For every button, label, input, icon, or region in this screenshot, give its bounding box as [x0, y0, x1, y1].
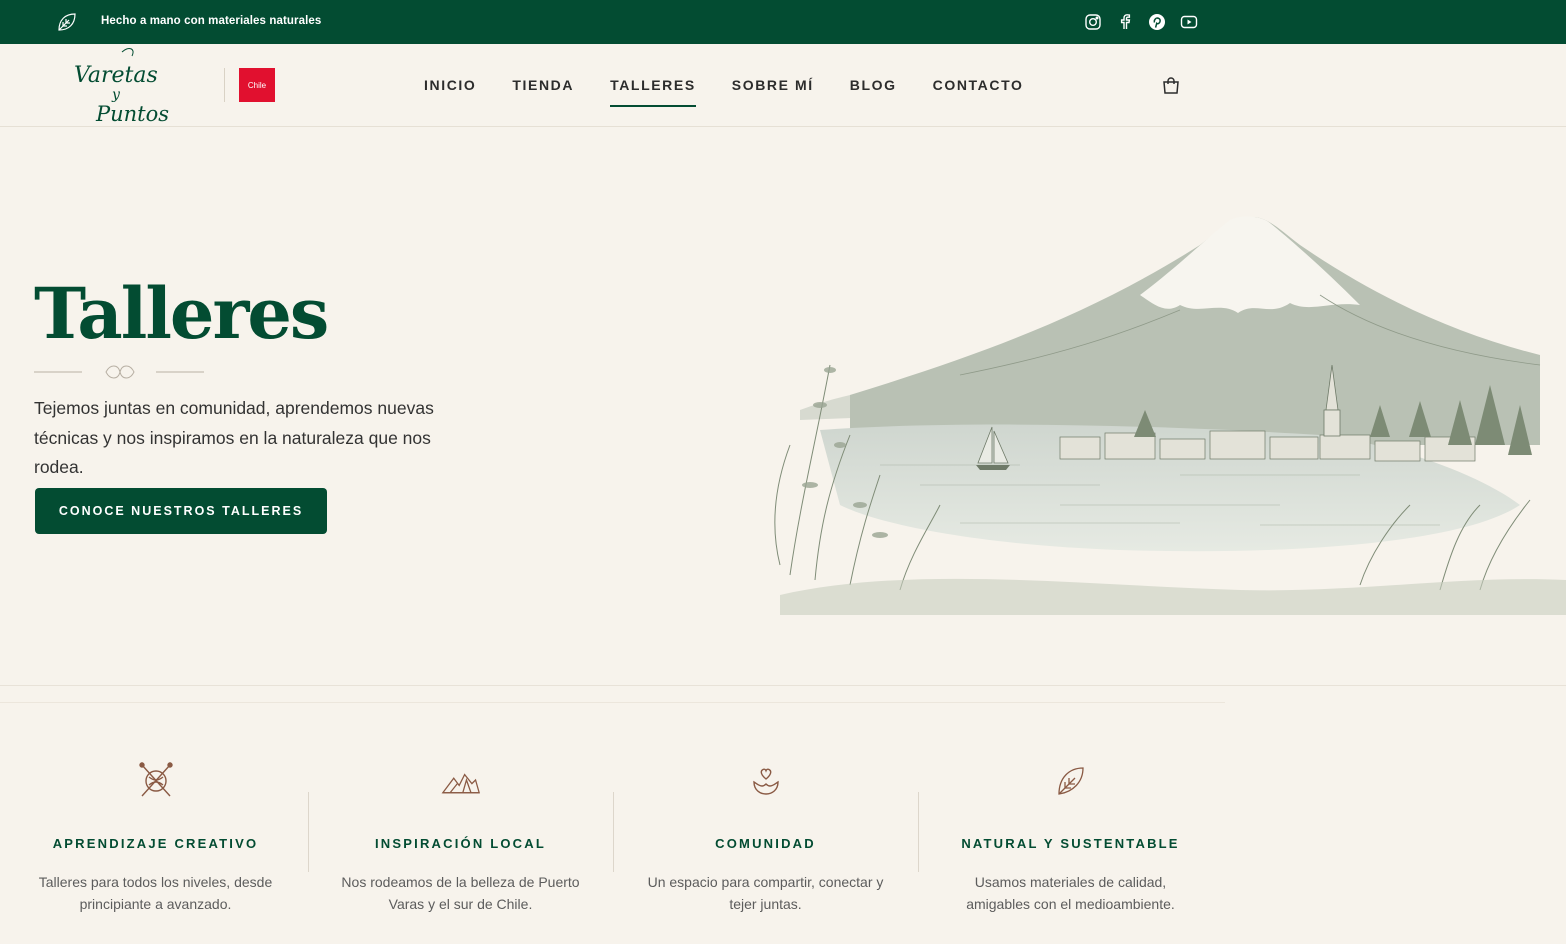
nav-sobre-mi[interactable]: SOBRE MÍ [732, 77, 814, 107]
leaf-icon [1057, 767, 1084, 795]
nav-talleres[interactable]: TALLERES [610, 77, 696, 107]
feature-local-inspiration: INSPIRACIÓN LOCAL Nos rodeamos de la bel… [308, 760, 613, 915]
chile-flag-badge: Chile [239, 68, 275, 102]
nav-contacto[interactable]: CONTACTO [933, 77, 1024, 107]
svg-text:y: y [111, 87, 121, 103]
nav-blog[interactable]: BLOG [850, 77, 897, 107]
header-divider [224, 68, 225, 102]
top-bar: Hecho a mano con materiales naturales [0, 0, 1566, 44]
feature-natural-sustainable: NATURAL Y SUSTENTABLE Usamos materiales … [918, 760, 1223, 915]
knitting-needles-icon [138, 762, 173, 797]
feature-description: Talleres para todos los niveles, desde p… [38, 874, 273, 912]
ornament-divider [34, 365, 204, 379]
feature-description: Usamos materiales de calidad, amigables … [966, 874, 1175, 912]
feature-title: APRENDIZAJE CREATIVO [52, 836, 259, 851]
feature-title: COMUNIDAD [715, 836, 816, 851]
feature-description: Un espacio para compartir, conectar y te… [647, 874, 884, 912]
mountains-icon [441, 773, 480, 794]
feature-description: Nos rodeamos de la belleza de Puerto Var… [341, 874, 580, 912]
feature-title: INSPIRACIÓN LOCAL [374, 836, 546, 851]
social-links [1084, 13, 1198, 31]
volcano-lake-illustration [774, 216, 1566, 615]
leaf-icon [58, 13, 76, 31]
facebook-icon[interactable] [1116, 13, 1134, 31]
heart-hands-icon [752, 768, 779, 795]
feature-creative-learning: APRENDIZAJE CREATIVO Talleres para todos… [3, 760, 308, 915]
section-divider-inner [0, 702, 1225, 703]
svg-text:Varetas: Varetas [74, 63, 158, 88]
cart-icon[interactable] [1161, 76, 1181, 96]
pinterest-icon[interactable] [1148, 13, 1166, 31]
page-title: Talleres [34, 272, 329, 355]
section-divider [0, 685, 1566, 686]
youtube-icon[interactable] [1180, 13, 1198, 31]
instagram-icon[interactable] [1084, 13, 1102, 31]
brand-logo[interactable]: Varetas y Puntos [70, 44, 180, 127]
top-bar-tagline: Hecho a mano con materiales naturales [101, 15, 322, 27]
hero-description: Tejemos juntas en comunidad, aprendemos … [34, 398, 434, 477]
nav-tienda[interactable]: TIENDA [512, 77, 574, 107]
workshops-cta-button[interactable]: CONOCE NUESTROS TALLERES [35, 488, 327, 534]
main-nav: INICIO TIENDA TALLERES SOBRE MÍ BLOG CON… [424, 77, 1059, 107]
nav-inicio[interactable]: INICIO [424, 77, 476, 107]
feature-title: NATURAL Y SUSTENTABLE [961, 836, 1180, 851]
feature-community: COMUNIDAD Un espacio para compartir, con… [613, 760, 918, 915]
site-header: Varetas y Puntos Chile INICIO TIENDA TAL… [0, 44, 1566, 127]
svg-text:Puntos: Puntos [95, 102, 169, 126]
